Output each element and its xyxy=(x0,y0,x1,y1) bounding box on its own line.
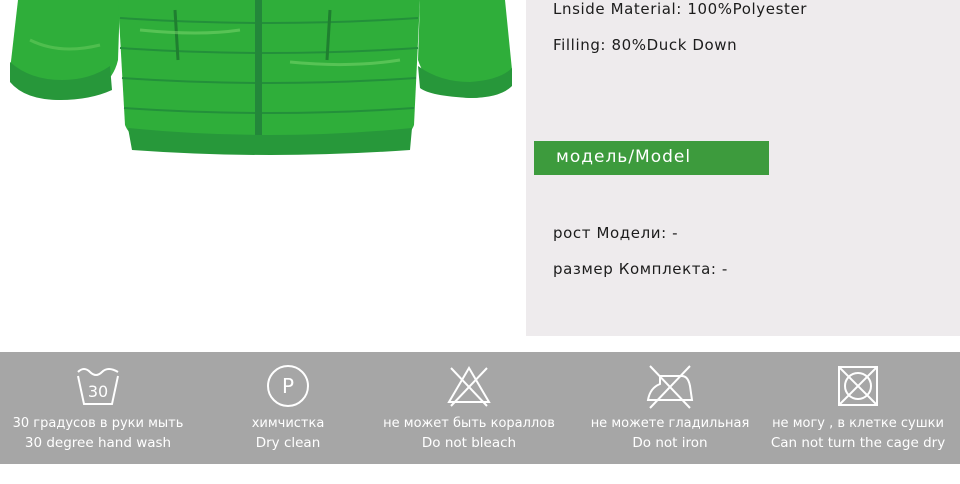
dry-clean-icon: P xyxy=(267,365,309,407)
green-jacket-image xyxy=(10,0,512,155)
bottom-strip xyxy=(0,464,960,484)
svg-text:30: 30 xyxy=(88,382,108,401)
care-item-dry-clean: P химчистка Dry clean xyxy=(190,352,386,464)
care-label-en: Do not bleach xyxy=(421,435,517,451)
care-label-ru: химчистка xyxy=(251,416,325,431)
inside-material-text: Lnside Material: 100%Polyester xyxy=(553,0,808,18)
care-label-en: Can not turn the cage dry xyxy=(770,435,946,451)
care-label-en: Do not iron xyxy=(632,435,708,451)
product-info-panel: Lnside Material: 100%Polyester Filling: … xyxy=(526,0,960,336)
care-item-hand-wash: 30 30 градусов в руки мыть 30 degree han… xyxy=(0,352,196,464)
care-label-ru: не может быть кораллов xyxy=(383,416,555,431)
model-height-text: рост Модели: - xyxy=(553,224,679,242)
product-image xyxy=(0,0,526,336)
care-item-no-tumble-dry: не могу , в клетке сушки Can not turn th… xyxy=(756,352,960,464)
care-label-en: 30 degree hand wash xyxy=(24,435,172,451)
care-item-no-iron: не можете гладильная Do not iron xyxy=(572,352,768,464)
filling-text: Filling: 80%Duck Down xyxy=(553,36,738,54)
no-bleach-icon xyxy=(447,366,491,407)
no-iron-icon xyxy=(646,365,694,409)
care-instructions-bar: 30 30 градусов в руки мыть 30 degree han… xyxy=(0,352,960,464)
set-size-text: размер Комплекта: - xyxy=(553,260,728,278)
care-label-ru: не можете гладильная xyxy=(590,416,750,431)
care-label-ru: 30 градусов в руки мыть xyxy=(12,416,184,431)
care-label-ru: не могу , в клетке сушки xyxy=(772,416,944,431)
no-tumble-dry-icon xyxy=(838,366,878,406)
model-banner: модель/Model xyxy=(534,141,769,175)
svg-text:P: P xyxy=(282,374,294,398)
care-label-en: Dry clean xyxy=(255,435,321,451)
model-banner-label: модель/Model xyxy=(556,147,692,167)
hand-wash-30-icon: 30 xyxy=(77,368,119,405)
care-item-no-bleach: не может быть кораллов Do not bleach xyxy=(371,352,567,464)
